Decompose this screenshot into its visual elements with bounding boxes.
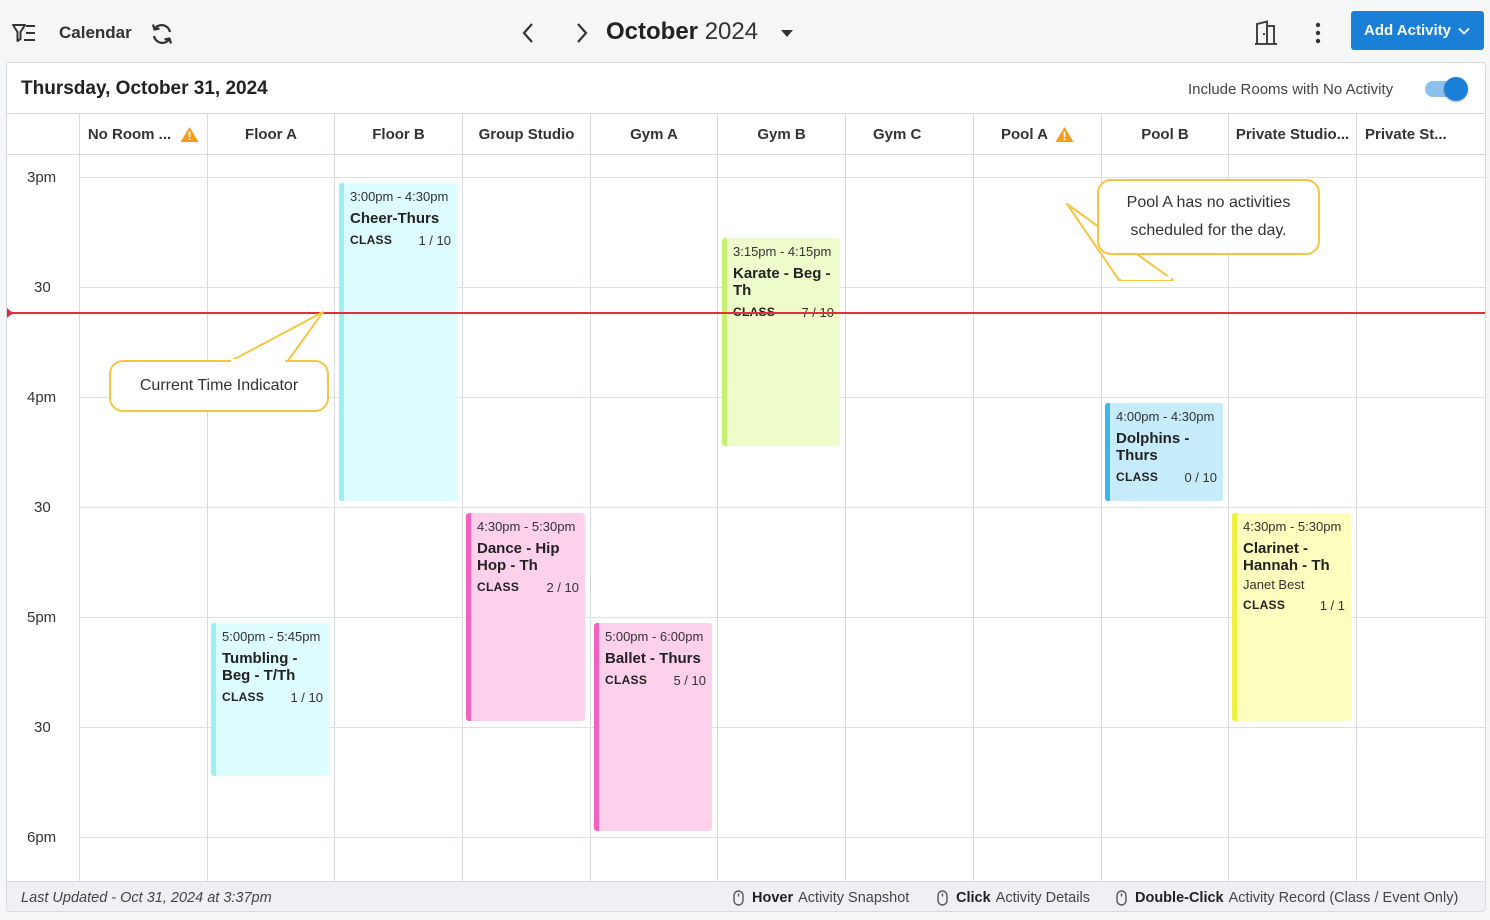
schedule-grid[interactable]: 3pm 30 4pm 30 5pm 30 6pm 3:00pm - 4:30pm… <box>7 155 1485 881</box>
top-toolbar: Calendar October 2024 Add Activity <box>0 0 1490 62</box>
warning-icon <box>1055 126 1074 143</box>
room-name: Gym B <box>757 126 806 143</box>
month-label: October <box>606 18 699 45</box>
chevron-left-icon[interactable] <box>513 18 543 48</box>
room-name: Floor A <box>245 126 297 143</box>
refresh-icon[interactable] <box>148 20 176 48</box>
add-activity-button[interactable]: Add Activity <box>1351 11 1484 50</box>
callout-seam <box>1121 276 1171 280</box>
toggle-label: Include Rooms with No Activity <box>1188 81 1394 98</box>
hint-action: Click <box>956 890 991 906</box>
pool-a-callout: Pool A has no activities scheduled for t… <box>1097 179 1320 255</box>
callout-text: Current Time Indicator <box>139 377 299 394</box>
chevron-right-icon[interactable] <box>567 18 597 48</box>
hint-text: Activity Details <box>995 890 1090 906</box>
click-hint: Click Activity Details <box>937 890 1090 906</box>
room-header-no-room[interactable]: No Room ... <box>79 114 207 155</box>
room-name: No Room ... <box>87 126 172 143</box>
room-header-private-studio-1[interactable]: Private Studio... <box>1228 114 1356 155</box>
room-name: Gym C <box>873 126 922 143</box>
status-footer: Last Updated - Oct 31, 2024 at 3:37pm Ho… <box>7 881 1485 911</box>
chevron-down-icon <box>1458 24 1470 41</box>
double-click-hint: Double-Click Activity Record (Class / Ev… <box>1116 890 1458 906</box>
callout-text-line1: Pool A has no activities <box>1126 194 1291 211</box>
hint-text: Activity Record (Class / Event Only) <box>1228 890 1459 906</box>
room-name: Pool A <box>1001 126 1048 143</box>
year-label: 2024 <box>704 18 759 45</box>
room-header-gym-c[interactable]: Gym C <box>845 114 973 155</box>
room-header-private-studio-2[interactable]: Private St... <box>1356 114 1485 155</box>
mouse-icon <box>733 890 744 906</box>
room-name: Private Studio... <box>1235 126 1350 143</box>
warning-icon <box>180 126 199 143</box>
kebab-menu-icon[interactable] <box>1306 18 1330 48</box>
hint-action: Hover <box>752 890 794 906</box>
room-header-pool-a[interactable]: Pool A <box>973 114 1101 155</box>
hover-hint: Hover Activity Snapshot <box>733 890 909 906</box>
room-name: Pool B <box>1141 126 1189 143</box>
last-updated-text: Last Updated - Oct 31, 2024 at 3:37pm <box>21 890 272 906</box>
room-header-gym-b[interactable]: Gym B <box>717 114 845 155</box>
room-header-row: No Room ... Floor A Floor B Group Studio… <box>7 113 1485 155</box>
room-header-pool-b[interactable]: Pool B <box>1101 114 1228 155</box>
mouse-icon <box>1116 890 1127 906</box>
callout-seam <box>231 359 285 363</box>
room-name: Gym A <box>630 126 678 143</box>
rooms-building-icon[interactable] <box>1250 18 1282 48</box>
room-name: Floor B <box>372 126 425 143</box>
callout-text-line2: scheduled for the day. <box>1130 222 1287 239</box>
current-time-callout: Current Time Indicator <box>109 360 329 412</box>
room-header-group-studio[interactable]: Group Studio <box>462 114 590 155</box>
room-name: Private St... <box>1365 126 1447 143</box>
toggle-knob <box>1444 77 1468 101</box>
hint-text: Activity Snapshot <box>798 890 910 906</box>
filter-list-icon[interactable] <box>10 20 38 46</box>
include-empty-rooms-toggle[interactable] <box>1425 77 1468 101</box>
page-title: Calendar <box>59 23 132 42</box>
hint-action: Double-Click <box>1135 890 1224 906</box>
caret-down-icon[interactable] <box>776 24 798 44</box>
room-header-floor-a[interactable]: Floor A <box>207 114 334 155</box>
calendar-panel: Thursday, October 31, 2024 Include Rooms… <box>6 62 1486 912</box>
callout-pointers <box>228 203 1174 363</box>
day-title: Thursday, October 31, 2024 <box>21 78 268 99</box>
mouse-icon <box>937 890 948 906</box>
month-year-selector[interactable]: October 2024 <box>606 18 758 46</box>
add-activity-label: Add Activity <box>1364 22 1451 39</box>
room-name: Group Studio <box>478 126 575 143</box>
room-header-gym-a[interactable]: Gym A <box>590 114 717 155</box>
room-header-floor-b[interactable]: Floor B <box>334 114 462 155</box>
